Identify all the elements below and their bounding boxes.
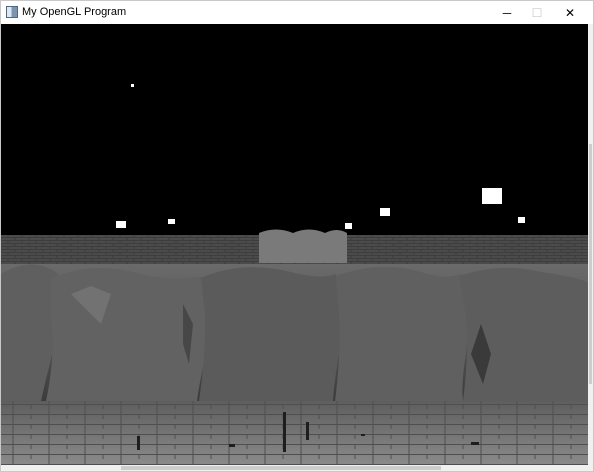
floor-crack xyxy=(137,436,140,450)
terrain-mound xyxy=(199,267,342,401)
maximize-button: ☐ xyxy=(531,5,543,20)
opengl-viewport[interactable] xyxy=(1,24,588,465)
floor-crack xyxy=(306,422,309,440)
light-block xyxy=(380,208,390,216)
opengl-window: My OpenGL Program ─ ☐ ✕ xyxy=(0,0,594,472)
app-window-icon[interactable] xyxy=(6,6,18,18)
horizontal-scrollbar[interactable] xyxy=(1,465,593,471)
terrain-mound xyxy=(335,266,468,401)
floor-crack xyxy=(229,444,235,447)
floor-tile-lines xyxy=(1,401,588,465)
close-button[interactable]: ✕ xyxy=(553,1,587,24)
minimize-button[interactable]: ─ xyxy=(490,1,524,24)
vertical-scrollbar[interactable] xyxy=(588,24,593,465)
window-title: My OpenGL Program xyxy=(22,6,127,18)
light-block xyxy=(116,221,126,228)
floor-crack xyxy=(471,442,479,445)
floor-crack xyxy=(361,434,365,436)
title-bar[interactable]: My OpenGL Program ─ ☐ ✕ xyxy=(1,1,593,24)
light-block xyxy=(168,219,175,224)
terrain-mounds xyxy=(1,264,588,401)
horizontal-scrollbar-thumb[interactable] xyxy=(121,466,441,470)
night-sky xyxy=(1,24,588,238)
light-block xyxy=(345,223,352,229)
star-point xyxy=(131,84,134,87)
light-block xyxy=(482,188,502,204)
3d-scene xyxy=(1,24,588,465)
floor-crack xyxy=(283,412,286,452)
light-block xyxy=(518,217,525,223)
vertical-scrollbar-thumb[interactable] xyxy=(589,144,592,384)
wall-pillar-top xyxy=(259,229,347,263)
